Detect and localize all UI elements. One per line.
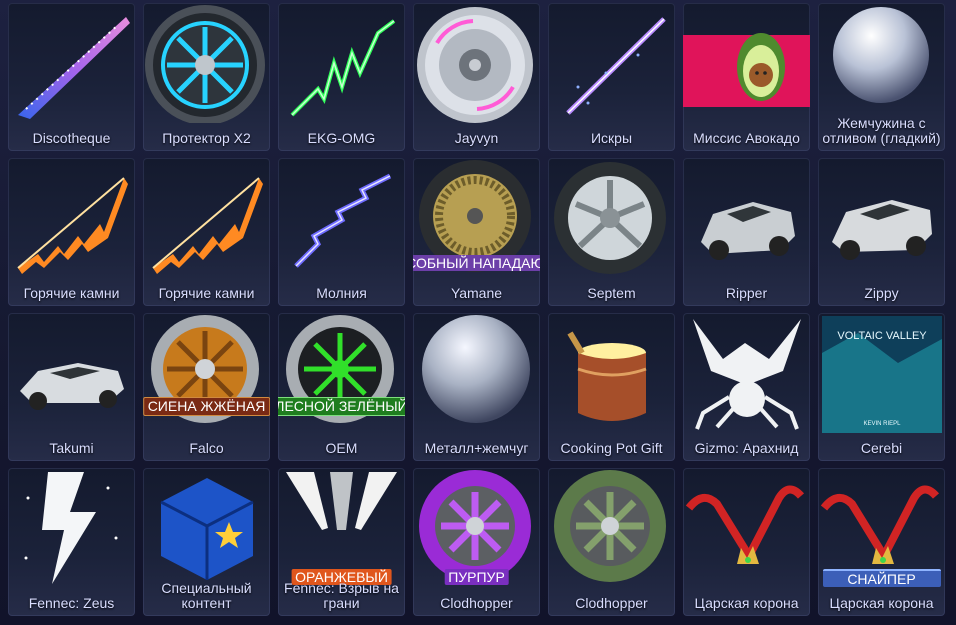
item-name: Zippy bbox=[864, 285, 899, 301]
item-name: Искры bbox=[590, 130, 633, 146]
item-tile[interactable]: Царская корона bbox=[683, 468, 810, 616]
item-tile[interactable]: Специальный контент bbox=[143, 468, 270, 616]
music-anthem-icon: VOLTAIC VALLEY KEVIN RIEPL bbox=[822, 316, 942, 433]
item-name: Discotheque bbox=[32, 130, 111, 146]
item-name: Cooking Pot Gift bbox=[560, 440, 663, 456]
boost-icon bbox=[152, 177, 263, 274]
paint-finish-icon bbox=[833, 7, 929, 103]
item-tile[interactable]: Jayvyn bbox=[413, 3, 540, 151]
item-tile[interactable]: Septem bbox=[548, 158, 675, 306]
item-name: Миссис Авокадо bbox=[693, 130, 800, 146]
item-name: Fennec: Взрыв на грани bbox=[284, 580, 399, 611]
item-tile[interactable]: Горячие камни bbox=[8, 158, 135, 306]
item-tag: СИЕНА ЖЖЁНАЯ bbox=[143, 397, 270, 416]
car-icon bbox=[832, 200, 932, 260]
item-tile[interactable]: Clodhopper bbox=[548, 468, 675, 616]
item-name: Clodhopper bbox=[575, 595, 648, 611]
item-name: Специальный контент bbox=[161, 580, 252, 611]
item-name: Ripper bbox=[725, 285, 768, 301]
item-tag: СПОСОБНЫЙ НАПАДАЮЩИЙ bbox=[413, 255, 540, 271]
item-name: Горячие камни bbox=[23, 285, 120, 301]
trail-icon bbox=[294, 173, 392, 268]
anthem-artist: KEVIN RIEPL bbox=[863, 421, 901, 427]
item-name: Takumi bbox=[49, 440, 94, 456]
item-name: Царская корона bbox=[829, 595, 934, 611]
item-tag: СНАЙПЕР bbox=[822, 569, 941, 587]
avocado-decal-icon bbox=[683, 33, 810, 107]
crown-topper-icon bbox=[685, 485, 805, 564]
item-tile[interactable]: ЛЕСНОЙ ЗЕЛЁНЫЙ OEM bbox=[278, 313, 405, 461]
wheel-icon bbox=[145, 5, 265, 123]
item-tag: ПУРПУР bbox=[444, 569, 509, 585]
item-name: Gizmo: Арахнид bbox=[694, 440, 799, 456]
car-icon bbox=[701, 202, 795, 260]
item-name: Clodhopper bbox=[440, 595, 513, 611]
item-tile[interactable]: Жемчужина с отливом (гладкий) bbox=[818, 3, 945, 151]
item-tile[interactable]: Протектор X2 bbox=[143, 3, 270, 151]
item-tile[interactable]: Горячие камни bbox=[143, 158, 270, 306]
item-name: Жемчужина с отливом (гладкий) bbox=[822, 115, 941, 146]
item-name: Falco bbox=[189, 440, 224, 456]
item-tile[interactable]: ОРАНЖЕВЫЙ Fennec: Взрыв на грани bbox=[278, 468, 405, 616]
item-tile[interactable]: Zippy bbox=[818, 158, 945, 306]
item-tile[interactable]: СПОСОБНЫЙ НАПАДАЮЩИЙ Yamane bbox=[413, 158, 540, 306]
wheel-icon bbox=[417, 7, 533, 123]
inventory-grid: Discotheque Протектор X2 EKG-OMG Jayvyn bbox=[8, 3, 945, 616]
car-icon bbox=[20, 363, 124, 410]
item-tile[interactable]: Ripper bbox=[683, 158, 810, 306]
item-name: EKG-OMG bbox=[307, 130, 376, 146]
paint-finish-icon bbox=[422, 315, 530, 423]
item-tile[interactable]: EKG-OMG bbox=[278, 3, 405, 151]
anthem-title: VOLTAIC VALLEY bbox=[837, 330, 927, 342]
item-tile[interactable]: ПУРПУР Clodhopper bbox=[413, 468, 540, 616]
item-tile[interactable]: СИЕНА ЖЖЁНАЯ Falco bbox=[143, 313, 270, 461]
item-name: Cerebi bbox=[860, 440, 903, 456]
wheel-icon bbox=[554, 470, 666, 582]
item-name: Молния bbox=[316, 285, 367, 301]
item-tile[interactable]: Gizmo: Арахнид bbox=[683, 313, 810, 461]
item-tag: ЛЕСНОЙ ЗЕЛЁНЫЙ bbox=[278, 397, 405, 416]
item-name: Горячие камни bbox=[158, 285, 255, 301]
item-tile[interactable]: Fennec: Zeus bbox=[8, 468, 135, 616]
item-tile[interactable]: СНАЙПЕР Царская корона bbox=[818, 468, 945, 616]
item-tile[interactable]: Cooking Pot Gift bbox=[548, 313, 675, 461]
item-name: Протектор X2 bbox=[162, 130, 251, 146]
item-tile[interactable]: Discotheque bbox=[8, 3, 135, 151]
item-tile[interactable]: VOLTAIC VALLEY KEVIN RIEPL Cerebi bbox=[818, 313, 945, 461]
item-tile[interactable]: Миссис Авокадо bbox=[683, 3, 810, 151]
item-name: Yamane bbox=[450, 285, 503, 301]
item-name: Металл+жемчуг bbox=[424, 440, 529, 456]
item-name: Jayvyn bbox=[454, 130, 499, 146]
item-name: Septem bbox=[587, 285, 636, 301]
trail-icon bbox=[18, 17, 130, 119]
item-name: Fennec: Zeus bbox=[28, 595, 115, 611]
boost-icon bbox=[290, 19, 396, 117]
item-tile[interactable]: Takumi bbox=[8, 313, 135, 461]
item-name: Царская корона bbox=[694, 595, 799, 611]
boost-icon bbox=[17, 177, 128, 274]
wheel-icon bbox=[554, 162, 666, 274]
trail-icon bbox=[566, 17, 666, 115]
item-name: OEM bbox=[325, 440, 358, 456]
item-tile[interactable]: Искры bbox=[548, 3, 675, 151]
item-tile[interactable]: Металл+жемчуг bbox=[413, 313, 540, 461]
spider-decal-icon bbox=[693, 319, 801, 430]
gift-pot-icon bbox=[567, 331, 647, 421]
item-tile[interactable]: Молния bbox=[278, 158, 405, 306]
crate-icon bbox=[160, 478, 254, 580]
lightning-decal-icon bbox=[24, 472, 118, 584]
